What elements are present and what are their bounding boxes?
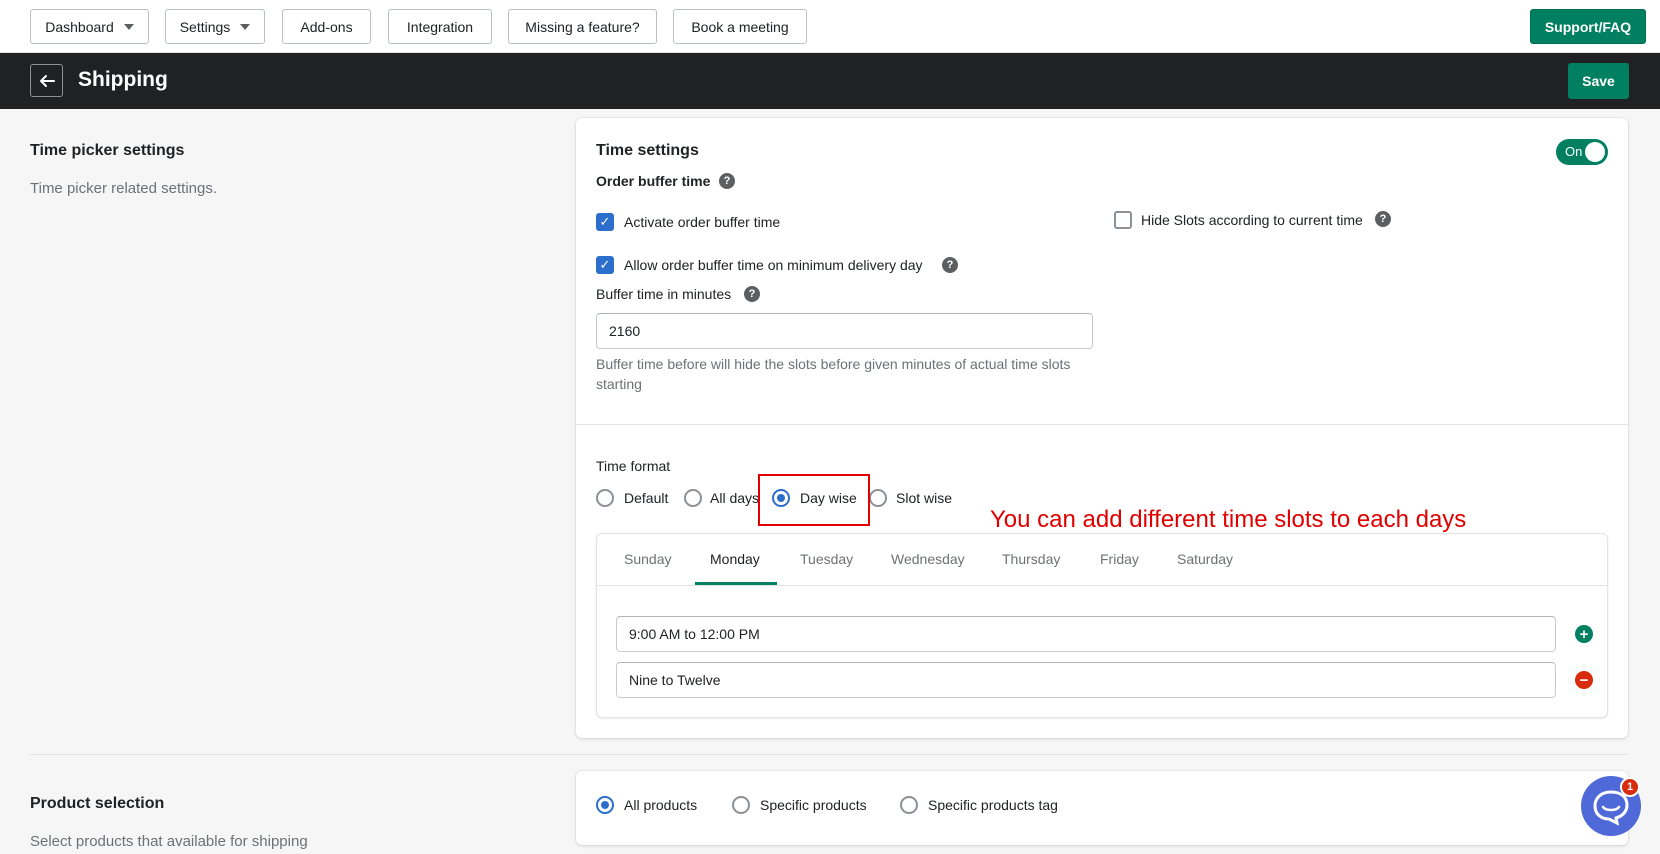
- arrow-left-icon: [39, 74, 55, 87]
- allow-buffer-label: Allow order buffer time on minimum deliv…: [624, 257, 923, 273]
- nav-integration-button[interactable]: Integration: [388, 9, 492, 44]
- allow-buffer-checkbox[interactable]: ✓: [596, 256, 614, 274]
- time-settings-title: Time settings: [596, 142, 699, 159]
- order-buffer-label: Order buffer time: [596, 173, 711, 189]
- time-format-all-days-radio[interactable]: [684, 489, 702, 507]
- time-format-default-radio[interactable]: [596, 489, 614, 507]
- specific-products-radio[interactable]: [732, 796, 750, 814]
- nav-settings-label: Settings: [179, 18, 231, 35]
- time-picker-section-title: Time picker settings: [30, 142, 185, 159]
- help-icon[interactable]: ?: [719, 173, 735, 189]
- buffer-minutes-label: Buffer time in minutes: [596, 286, 732, 302]
- caret-down-icon: [123, 23, 134, 30]
- page-title: Shipping: [78, 68, 168, 91]
- time-picker-section-description: Time picker related settings.: [30, 180, 218, 197]
- buffer-minutes-input[interactable]: 2160: [596, 313, 1093, 349]
- slot-label-input[interactable]: Nine to Twelve: [616, 662, 1556, 698]
- nav-addons-button[interactable]: Add-ons: [282, 9, 371, 44]
- product-section-title: Product selection: [30, 795, 165, 812]
- top-nav: Dashboard Settings Add-ons Integration M…: [0, 0, 1660, 53]
- caret-down-icon: [240, 23, 251, 30]
- product-section-description: Select products that available for shipp…: [30, 833, 308, 850]
- all-products-label: All products: [624, 797, 698, 813]
- specific-products-tag-radio[interactable]: [900, 796, 918, 814]
- tab-friday[interactable]: Friday: [1100, 551, 1139, 567]
- back-button[interactable]: [30, 64, 63, 97]
- active-tab-indicator: [695, 582, 777, 585]
- toggle-label: On: [1565, 144, 1583, 159]
- nav-dashboard-button[interactable]: Dashboard: [30, 9, 149, 44]
- time-format-label: Time format: [596, 458, 671, 474]
- hide-slots-label: Hide Slots according to current time: [1141, 212, 1363, 228]
- time-settings-toggle[interactable]: On: [1556, 139, 1608, 165]
- tab-tuesday[interactable]: Tuesday: [800, 551, 853, 567]
- help-icon[interactable]: ?: [744, 286, 760, 302]
- slot-time-input[interactable]: 9:00 AM to 12:00 PM: [616, 616, 1556, 652]
- day-tabs-panel: Sunday Monday Tuesday Wednesday Thursday…: [596, 533, 1608, 718]
- nav-missing-feature-button[interactable]: Missing a feature?: [508, 9, 657, 44]
- annotation-highlight-box: [758, 474, 870, 526]
- page-header: Shipping Save: [0, 53, 1660, 109]
- nav-settings-button[interactable]: Settings: [165, 9, 265, 44]
- toggle-knob: [1585, 142, 1605, 162]
- time-format-slot-wise-label: Slot wise: [896, 490, 953, 506]
- all-products-radio[interactable]: [596, 796, 614, 814]
- help-icon[interactable]: ?: [942, 257, 958, 273]
- chat-notification-badge: 1: [1620, 777, 1640, 797]
- nav-book-meeting-button[interactable]: Book a meeting: [673, 9, 807, 44]
- activate-buffer-checkbox[interactable]: ✓: [596, 213, 614, 231]
- activate-buffer-label: Activate order buffer time: [624, 214, 781, 230]
- minus-circle-icon[interactable]: −: [1575, 671, 1593, 689]
- specific-products-label: Specific products: [760, 797, 867, 813]
- tab-saturday[interactable]: Saturday: [1177, 551, 1233, 567]
- tab-monday[interactable]: Monday: [710, 551, 760, 567]
- time-settings-card: Time settings On Order buffer time ? ✓ A…: [576, 118, 1628, 738]
- product-selection-card: All products Specific products Specific …: [576, 771, 1628, 845]
- tab-thursday[interactable]: Thursday: [1002, 551, 1060, 567]
- day-tabs: Sunday Monday Tuesday Wednesday Thursday…: [597, 534, 1607, 586]
- tab-sunday[interactable]: Sunday: [624, 551, 671, 567]
- specific-products-tag-label: Specific products tag: [928, 797, 1058, 813]
- time-format-all-days-label: All days: [710, 490, 760, 506]
- save-button[interactable]: Save: [1568, 63, 1629, 99]
- card-divider: [576, 424, 1628, 425]
- help-icon[interactable]: ?: [1375, 211, 1391, 227]
- annotation-text: You can add different time slots to each…: [990, 506, 1467, 533]
- tab-wednesday[interactable]: Wednesday: [891, 551, 965, 567]
- section-divider: [30, 754, 1628, 755]
- time-format-slot-wise-radio[interactable]: [869, 489, 887, 507]
- support-faq-button[interactable]: Support/FAQ: [1530, 9, 1646, 44]
- time-format-default-label: Default: [624, 490, 669, 506]
- hide-slots-checkbox[interactable]: [1114, 211, 1132, 229]
- buffer-help-text-line1: Buffer time before will hide the slots b…: [596, 356, 1071, 372]
- plus-circle-icon[interactable]: +: [1575, 625, 1593, 643]
- nav-dashboard-label: Dashboard: [45, 18, 114, 35]
- buffer-help-text-line2: starting: [596, 376, 642, 392]
